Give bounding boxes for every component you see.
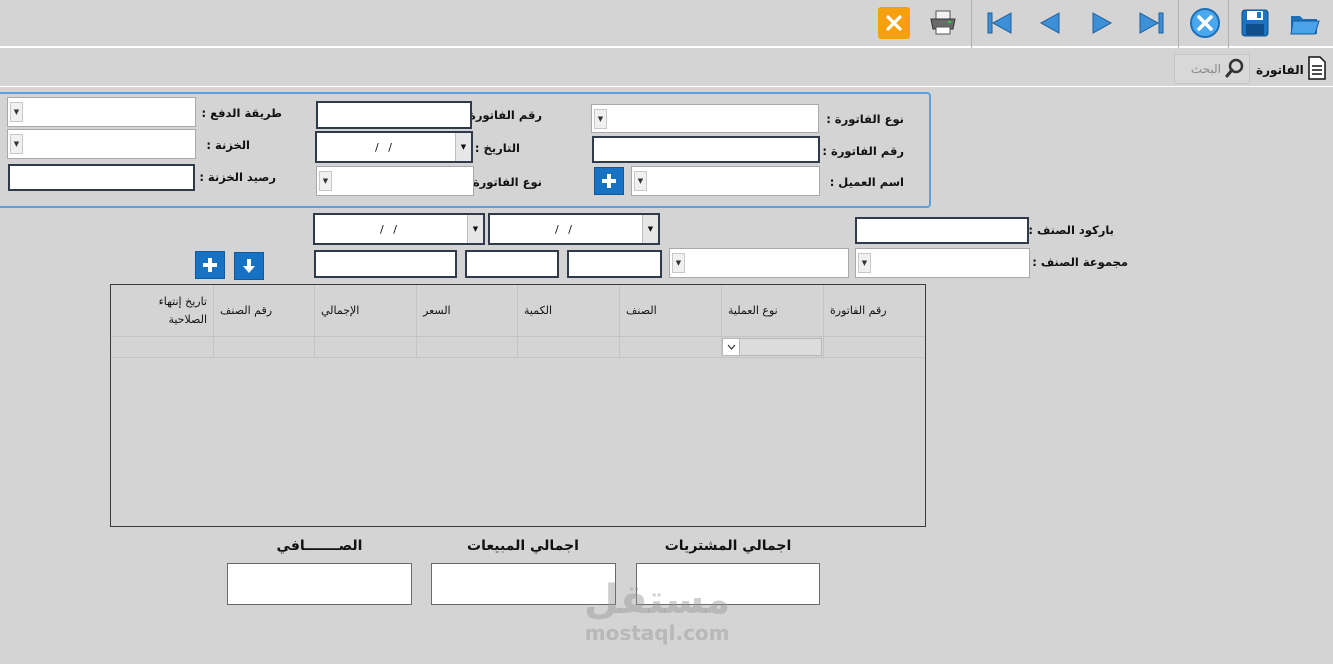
col-item[interactable]: الصنف	[619, 285, 721, 336]
col-quantity[interactable]: الكمية	[517, 285, 619, 336]
invoice-type-2-select[interactable]: ▼	[316, 166, 474, 196]
col-total[interactable]: الإجمالي	[314, 285, 416, 336]
item-barcode-label: باركود الصنف :	[1028, 223, 1114, 237]
date-picker[interactable]: / / ▼	[315, 131, 473, 163]
net-total-label: الصـــــــافي	[276, 538, 363, 554]
printer-icon[interactable]	[926, 6, 960, 40]
invoice-type-select[interactable]: ▼	[591, 104, 819, 133]
treasury-balance-field[interactable]	[8, 164, 195, 191]
chevron-down-icon[interactable]: ▼	[858, 253, 871, 273]
table-row[interactable]	[111, 336, 925, 358]
item-group-label: مجموعة الصنف :	[1032, 255, 1128, 269]
date-from-value: / /	[555, 222, 575, 236]
chevron-down-icon[interactable]: ▼	[672, 253, 685, 273]
date-label: التاريخ :	[474, 141, 520, 155]
invoice-number-2-label: رقم الفاتورة	[469, 108, 542, 122]
invoice-number-label: رقم الفاتورة :	[822, 144, 904, 158]
date-from-picker[interactable]: / / ▼	[488, 213, 660, 245]
open-folder-icon[interactable]	[1288, 6, 1322, 40]
toolbar	[0, 0, 1333, 48]
net-total-field[interactable]	[227, 563, 412, 605]
invoice-number-2-field[interactable]	[316, 101, 472, 129]
chevron-down-icon[interactable]: ▼	[642, 215, 658, 243]
total-field[interactable]	[314, 250, 457, 278]
chevron-down-icon[interactable]: ▼	[467, 215, 483, 243]
customer-name-select[interactable]: ▼	[631, 166, 820, 196]
close-icon[interactable]	[878, 7, 910, 39]
add-item-button[interactable]	[195, 251, 225, 279]
col-price[interactable]: السعر	[416, 285, 517, 336]
date-to-value: / /	[380, 222, 400, 236]
first-record-icon[interactable]	[983, 6, 1017, 40]
purchases-total-label: اجمالي المشتريات	[664, 538, 792, 554]
invoice-type-label: نوع الفاتورة :	[826, 112, 904, 126]
document-icon	[1307, 56, 1327, 83]
quantity-field[interactable]	[567, 250, 662, 278]
chevron-down-icon[interactable]: ▼	[319, 171, 332, 191]
watermark: مستقل mostaql.com	[584, 580, 730, 644]
move-down-button[interactable]	[234, 252, 264, 280]
date-to-picker[interactable]: / / ▼	[313, 213, 485, 245]
col-operation-type[interactable]: نوع العملية	[721, 285, 823, 336]
payment-method-label: طريقة الدفع :	[201, 106, 282, 120]
previous-record-icon[interactable]	[1034, 6, 1068, 40]
add-customer-button[interactable]	[594, 167, 624, 195]
search-icon	[1225, 58, 1245, 81]
chevron-down-icon[interactable]	[723, 339, 740, 355]
items-grid: رقم الفاتورة نوع العملية الصنف الكمية ال…	[110, 284, 926, 527]
watermark-brand: مستقل	[584, 577, 731, 623]
customer-name-label: اسم العميل :	[829, 175, 904, 189]
item-select[interactable]: ▼	[669, 248, 849, 278]
sales-total-label: اجمالي المبيعات	[467, 538, 579, 554]
chevron-down-icon[interactable]: ▼	[10, 102, 23, 122]
search-placeholder: البحث	[1190, 62, 1221, 76]
chevron-down-icon[interactable]: ▼	[634, 171, 647, 191]
operation-type-select[interactable]	[722, 338, 822, 356]
item-group-select[interactable]: ▼	[855, 248, 1030, 278]
date-value: / /	[375, 140, 395, 154]
delete-icon[interactable]	[1188, 6, 1222, 40]
payment-method-select[interactable]: ▼	[7, 97, 196, 127]
item-barcode-field[interactable]	[855, 217, 1029, 244]
treasury-balance-label: رصيد الخزنة :	[199, 170, 276, 184]
last-record-icon[interactable]	[1134, 6, 1168, 40]
treasury-label: الخزنة :	[206, 138, 250, 152]
col-invoice-number[interactable]: رقم الفاتورة	[823, 285, 925, 336]
save-icon[interactable]	[1238, 6, 1272, 40]
chevron-down-icon[interactable]: ▼	[594, 108, 607, 129]
tab-title: الفاتورة	[1256, 62, 1304, 77]
tab-invoice[interactable]: الفاتورة	[1256, 56, 1327, 83]
next-record-icon[interactable]	[1084, 6, 1118, 40]
col-item-number[interactable]: رقم الصنف	[213, 285, 314, 336]
price-field[interactable]	[465, 250, 559, 278]
col-expiry-date[interactable]: تاريخ إنتهاء الصلاحية	[111, 285, 213, 336]
invoice-type-2-label: نوع الفاتورة	[472, 175, 542, 189]
invoice-number-field[interactable]	[592, 136, 820, 163]
chevron-down-icon[interactable]: ▼	[455, 133, 471, 161]
treasury-select[interactable]: ▼	[7, 129, 196, 159]
search-box[interactable]: البحث	[1174, 54, 1250, 84]
watermark-site: mostaql.com	[584, 621, 730, 645]
chevron-down-icon[interactable]: ▼	[10, 134, 23, 154]
